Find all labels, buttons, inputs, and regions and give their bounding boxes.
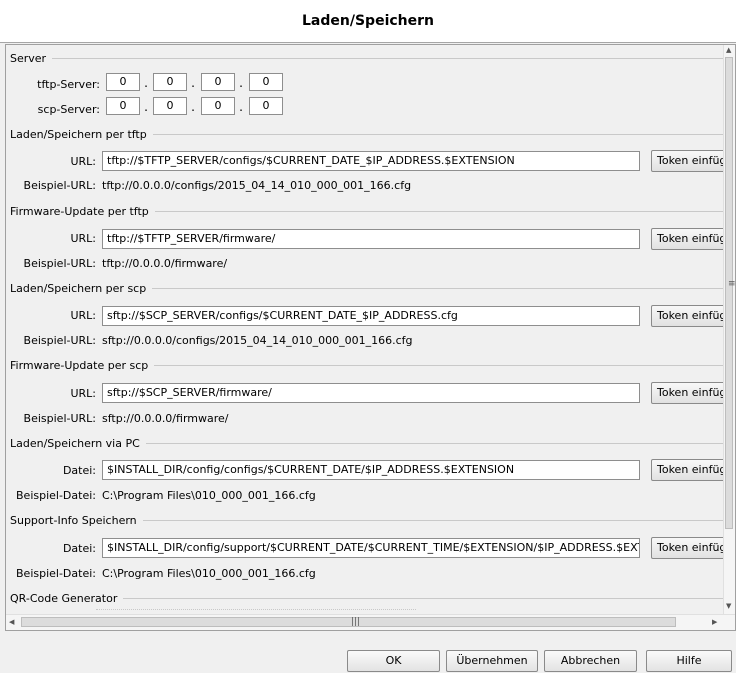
scp-url-token-button[interactable]: Token einfügen <box>651 305 723 327</box>
dialog-title: Laden/Speichern <box>302 13 434 29</box>
scp-example-value: sftp://0.0.0.0/configs/2015_04_14_010_00… <box>102 334 413 347</box>
tftp-firmware-example-label: Beispiel-URL: <box>23 257 96 270</box>
group-title: Firmware-Update per scp <box>10 358 149 372</box>
separator-line <box>145 443 723 444</box>
scp-url-label: URL: <box>70 309 96 322</box>
group-title: Firmware-Update per tftp <box>10 204 149 218</box>
scroll-right-icon[interactable]: ▶ <box>712 618 717 626</box>
group-title: Laden/Speichern per tftp <box>10 127 147 141</box>
support-file-token-button[interactable]: Token einfügen <box>651 537 723 559</box>
group-header-tftp-firmware: Firmware-Update per tftp <box>10 204 723 218</box>
tftp-server-octet-3[interactable]: 0 <box>201 73 235 91</box>
pc-example-value: C:\Program Files\010_000_001_166.cfg <box>102 489 316 502</box>
vertical-scroll-thumb[interactable]: ≡ <box>725 57 736 529</box>
tftp-server-octet-4[interactable]: 0 <box>249 73 283 91</box>
scp-server-octet-3[interactable]: 0 <box>201 97 235 115</box>
ip-dot: . <box>144 100 148 114</box>
dialog-title-bar: Laden/Speichern <box>0 0 736 43</box>
scp-server-octet-4[interactable]: 0 <box>249 97 283 115</box>
group-header-support-info: Support-Info Speichern <box>10 513 723 527</box>
group-header-pc-load-save: Laden/Speichern via PC <box>10 436 723 450</box>
grip-icon: ≡ <box>728 279 736 289</box>
scp-firmware-url-label: URL: <box>70 387 96 400</box>
separator-line <box>154 211 723 212</box>
ip-dot: . <box>191 76 195 90</box>
scroll-down-icon[interactable]: ▼ <box>726 602 731 610</box>
scp-url-input[interactable]: sftp://$SCP_SERVER/configs/$CURRENT_DATE… <box>102 306 640 326</box>
pc-file-token-button[interactable]: Token einfügen <box>651 459 723 481</box>
group-header-scp-firmware: Firmware-Update per scp <box>10 358 723 372</box>
tftp-firmware-example-value: tftp://0.0.0.0/firmware/ <box>102 257 228 270</box>
group-header-server: Server <box>10 51 723 65</box>
pc-file-label: Datei: <box>62 464 96 477</box>
ip-dot: . <box>144 76 148 90</box>
separator-line <box>152 134 723 135</box>
settings-content: Server tftp-Server: 0 . 0 . 0 . 0 scp-Se… <box>6 45 723 614</box>
help-button[interactable]: Hilfe <box>646 650 732 672</box>
scp-firmware-token-button[interactable]: Token einfügen <box>651 382 723 404</box>
tftp-firmware-url-input[interactable]: tftp://$TFTP_SERVER/firmware/ <box>102 229 640 249</box>
tftp-server-label: tftp-Server: <box>37 78 100 91</box>
tftp-server-octet-2[interactable]: 0 <box>153 73 187 91</box>
scp-server-label: scp-Server: <box>37 103 100 116</box>
scroll-left-icon[interactable]: ◀ <box>9 618 14 626</box>
scp-firmware-example-value: sftp://0.0.0.0/firmware/ <box>102 412 229 425</box>
ok-button[interactable]: OK <box>347 650 440 672</box>
cancel-button[interactable]: Abbrechen <box>544 650 637 672</box>
ip-dot: . <box>191 100 195 114</box>
group-header-scp-load-save: Laden/Speichern per scp <box>10 281 723 295</box>
tftp-url-label: URL: <box>70 155 96 168</box>
group-title: Laden/Speichern via PC <box>10 436 140 450</box>
separator-line <box>154 365 723 366</box>
group-title: Support-Info Speichern <box>10 513 137 527</box>
tftp-example-label: Beispiel-URL: <box>23 179 96 192</box>
support-example-value: C:\Program Files\010_000_001_166.cfg <box>102 567 316 580</box>
tftp-url-input[interactable]: tftp://$TFTP_SERVER/configs/$CURRENT_DAT… <box>102 151 640 171</box>
support-file-label: Datei: <box>62 542 96 555</box>
horizontal-scrollbar[interactable]: ◀ ||| ▶ <box>6 614 735 630</box>
support-example-label: Beispiel-Datei: <box>16 567 96 580</box>
group-title: QR-Code Generator <box>10 591 118 605</box>
apply-button[interactable]: Übernehmen <box>446 650 538 672</box>
pc-file-input[interactable]: $INSTALL_DIR/config/configs/$CURRENT_DAT… <box>102 460 640 480</box>
separator-line <box>142 520 723 521</box>
separator-line <box>52 58 723 59</box>
separator-line <box>123 598 723 599</box>
support-file-input[interactable]: $INSTALL_DIR/config/support/$CURRENT_DAT… <box>102 538 640 558</box>
grip-icon: ||| <box>351 617 361 627</box>
tftp-url-token-button[interactable]: Token einfügen <box>651 150 723 172</box>
separator-line <box>152 288 723 289</box>
vertical-scrollbar[interactable]: ▲ ≡ ▼ <box>723 45 735 614</box>
ip-dot: . <box>239 100 243 114</box>
group-header-tftp-load-save: Laden/Speichern per tftp <box>10 127 723 141</box>
scp-example-label: Beispiel-URL: <box>23 334 96 347</box>
scroll-up-icon[interactable]: ▲ <box>726 46 731 54</box>
settings-scroll-area[interactable]: Server tftp-Server: 0 . 0 . 0 . 0 scp-Se… <box>5 44 736 631</box>
horizontal-scroll-thumb[interactable]: ||| <box>21 617 676 627</box>
tftp-server-octet-1[interactable]: 0 <box>106 73 140 91</box>
tftp-firmware-url-label: URL: <box>70 232 96 245</box>
tftp-firmware-token-button[interactable]: Token einfügen <box>651 228 723 250</box>
scp-server-octet-1[interactable]: 0 <box>106 97 140 115</box>
scp-firmware-url-input[interactable]: sftp://$SCP_SERVER/firmware/ <box>102 383 640 403</box>
tftp-example-value: tftp://0.0.0.0/configs/2015_04_14_010_00… <box>102 179 412 192</box>
pc-example-label: Beispiel-Datei: <box>16 489 96 502</box>
group-title: Laden/Speichern per scp <box>10 281 147 295</box>
group-title: Server <box>10 51 47 65</box>
scp-firmware-example-label: Beispiel-URL: <box>23 412 96 425</box>
group-header-qr-code: QR-Code Generator <box>10 591 723 605</box>
ip-dot: . <box>239 76 243 90</box>
scp-server-octet-2[interactable]: 0 <box>153 97 187 115</box>
